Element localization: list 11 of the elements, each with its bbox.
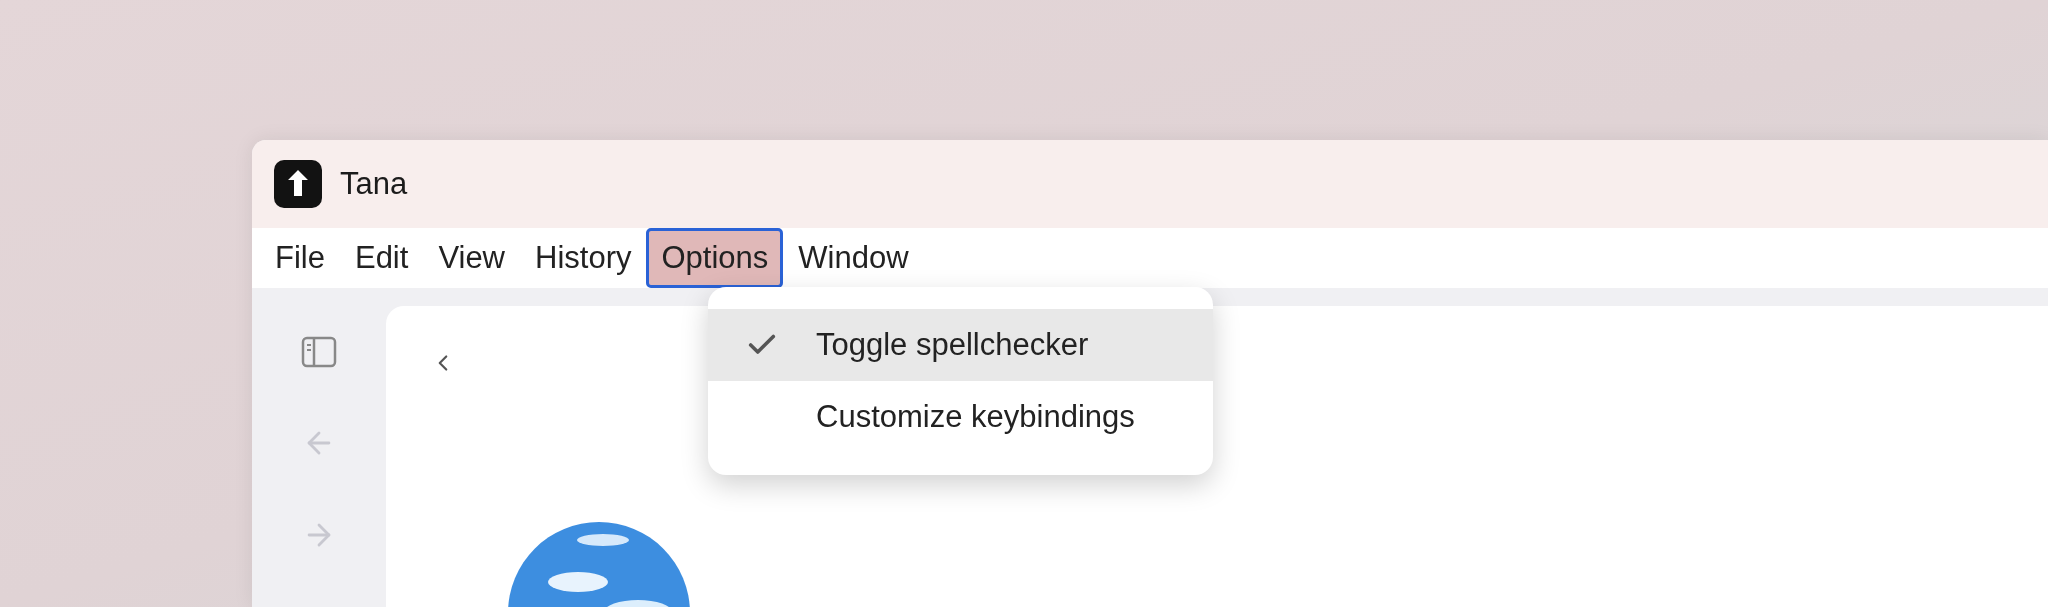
dropdown-item[interactable]: Toggle spellchecker	[708, 309, 1213, 381]
sidebar-toggle-icon[interactable]	[301, 336, 337, 368]
menu-item[interactable]: File	[260, 228, 340, 288]
menu-item[interactable]: History	[520, 228, 647, 288]
menu-item[interactable]: Edit	[339, 228, 424, 288]
window-title: Tana	[340, 164, 408, 203]
app-logo-icon	[274, 160, 322, 208]
menu-item[interactable]: Window	[783, 228, 924, 288]
dropdown-item[interactable]: Customize keybindings	[708, 381, 1213, 453]
menu-item[interactable]: View	[423, 228, 520, 288]
menu-item[interactable]: Options	[646, 228, 784, 288]
